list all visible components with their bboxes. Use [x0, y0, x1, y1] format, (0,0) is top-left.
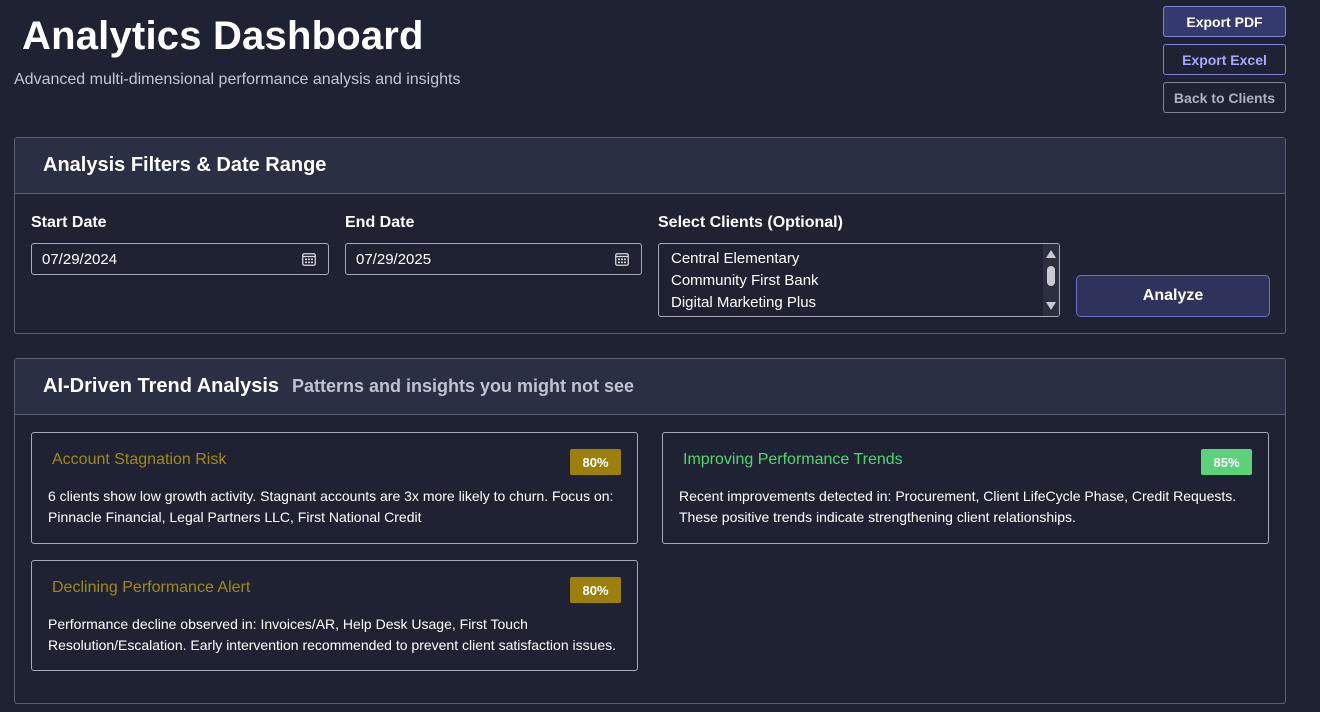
filters-panel-title: Analysis Filters & Date Range	[43, 154, 327, 176]
insight-card-text: Performance decline observed in: Invoice…	[48, 616, 617, 653]
scroll-up-arrow-icon[interactable]	[1046, 250, 1056, 258]
end-date-input[interactable]: 07/29/2025	[345, 243, 642, 275]
filters-panel-header: Analysis Filters & Date Range	[15, 138, 1285, 194]
scroll-down-arrow-icon[interactable]	[1046, 302, 1056, 310]
end-date-label: End Date	[345, 214, 415, 231]
export-pdf-button[interactable]: Export PDF	[1163, 6, 1286, 37]
insight-card-improving: Improving Performance Trends 85% Recent …	[662, 432, 1269, 544]
clients-multiselect[interactable]: Central Elementary Community First Bank …	[658, 243, 1060, 317]
insight-card-title: Declining Performance Alert	[52, 579, 251, 596]
end-date-value: 07/29/2025	[356, 250, 432, 268]
analytics-dashboard-page: Analytics Dashboard Advanced multi-dimen…	[0, 0, 1320, 712]
confidence-badge: 80%	[570, 449, 621, 475]
start-date-input[interactable]: 07/29/2024	[31, 243, 329, 275]
analyze-button[interactable]: Analyze	[1076, 275, 1270, 317]
insight-card-title: Account Stagnation Risk	[52, 451, 227, 468]
trend-analysis-panel: AI-Driven Trend Analysis Patterns and in…	[14, 358, 1286, 704]
client-option[interactable]: Community First Bank	[671, 272, 819, 289]
confidence-badge: 80%	[570, 577, 621, 603]
insight-card-title: Improving Performance Trends	[683, 451, 903, 468]
start-date-value: 07/29/2024	[42, 250, 118, 268]
confidence-badge: 85%	[1201, 449, 1252, 475]
insight-card-text: Recent improvements detected in: Procure…	[679, 488, 1237, 525]
page-title: Analytics Dashboard	[22, 14, 424, 58]
client-option[interactable]: Central Elementary	[671, 250, 799, 267]
calendar-icon[interactable]	[302, 252, 316, 266]
insight-card-declining: Declining Performance Alert 80% Performa…	[31, 560, 638, 671]
scrollbar-thumb[interactable]	[1047, 266, 1055, 286]
filters-panel: Analysis Filters & Date Range Start Date…	[14, 137, 1286, 334]
page-subtitle: Advanced multi-dimensional performance a…	[14, 71, 461, 88]
client-option[interactable]: Digital Marketing Plus	[671, 294, 816, 311]
export-excel-button[interactable]: Export Excel	[1163, 44, 1286, 75]
insight-card-stagnation: Account Stagnation Risk 80% 6 clients sh…	[31, 432, 638, 544]
start-date-label: Start Date	[31, 214, 107, 231]
back-to-clients-button[interactable]: Back to Clients	[1163, 82, 1286, 113]
calendar-icon[interactable]	[615, 252, 629, 266]
insight-card-text: 6 clients show low growth activity. Stag…	[48, 488, 614, 525]
trend-panel-title: AI-Driven Trend Analysis	[43, 375, 279, 397]
clients-scrollbar[interactable]	[1043, 244, 1059, 316]
trend-panel-header: AI-Driven Trend Analysis Patterns and in…	[15, 359, 1285, 415]
trend-panel-subtitle: Patterns and insights you might not see	[292, 376, 635, 396]
clients-select-label: Select Clients (Optional)	[658, 214, 843, 231]
